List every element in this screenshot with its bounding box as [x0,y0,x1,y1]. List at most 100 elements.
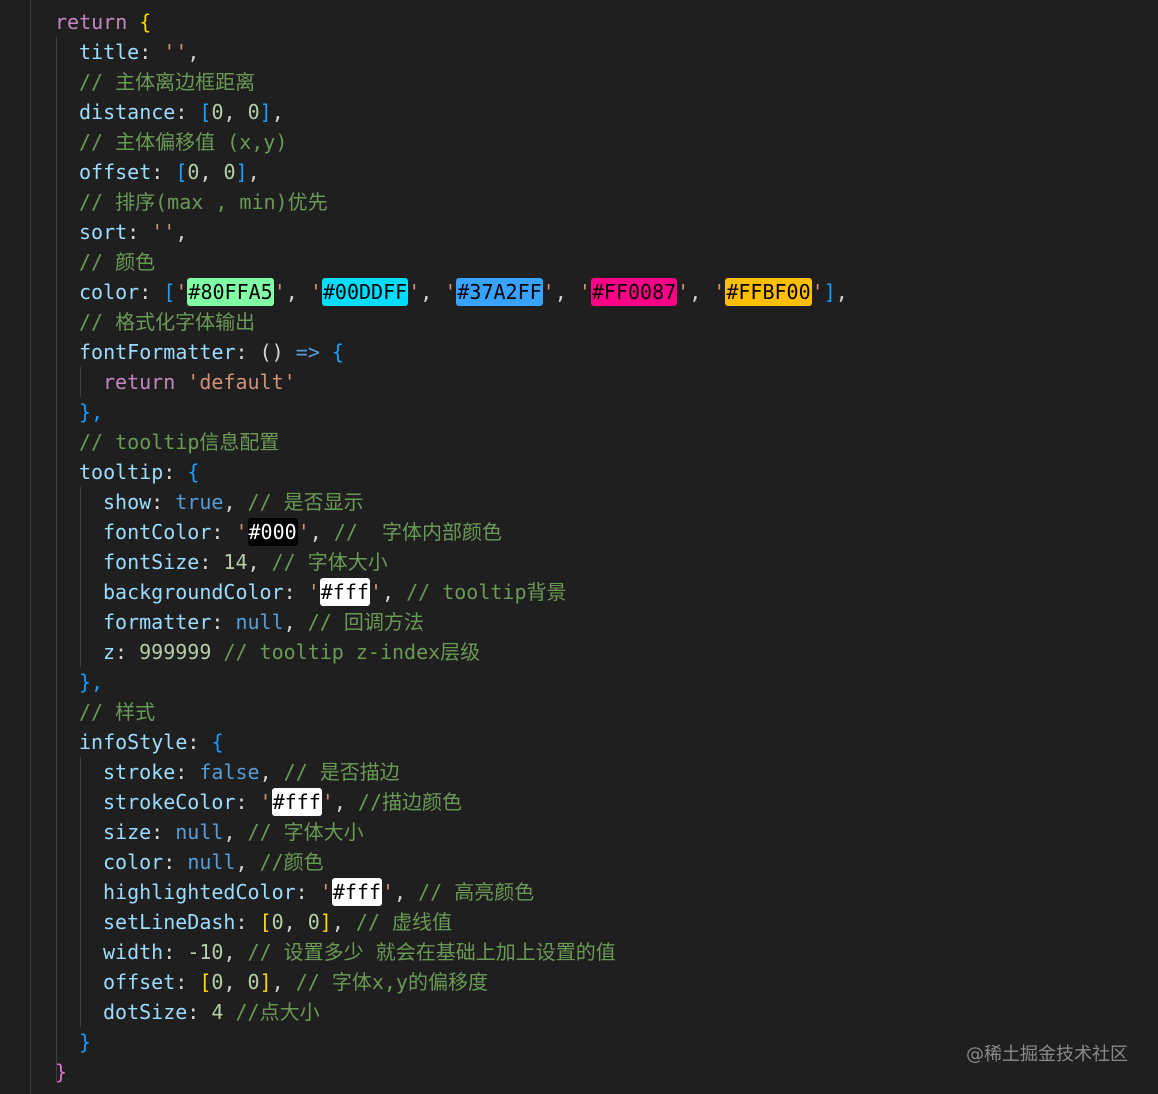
number-value: 0 [211,970,224,994]
code-comment: // 回调方法 [307,610,424,634]
code-comment: // 是否显示 [247,490,364,514]
code-line[interactable]: sort: '', [79,217,187,247]
code-line[interactable]: // 颜色 [79,247,155,277]
string-quote: ' [175,280,188,304]
color-swatch: #fff [271,788,322,816]
code-comment: // 字体大小 [247,820,364,844]
property-fontFormatter: fontFormatter [79,340,236,364]
property-dotSize: dotSize [103,1000,188,1024]
code-line[interactable]: strokeColor: '#fff', //描边颜色 [103,787,462,817]
return-keyword: return [55,10,128,34]
code-line[interactable]: fontFormatter: () => { [79,337,344,367]
watermark-text: @稀土掘金技术社区 [966,1044,1128,1065]
code-line[interactable]: width: -10, // 设置多少 就会在基础上加上设置的值 [103,937,616,967]
bracket: { [139,10,152,34]
code-line[interactable]: offset: [0, 0], [79,157,260,187]
code-line[interactable]: tooltip: { [79,457,199,487]
code-token: , [554,280,579,304]
property-offset: offset [103,970,176,994]
string-quote: ' [235,520,248,544]
code-token: : [187,730,200,754]
code-token: () [259,340,284,364]
number-value: 0 [247,970,260,994]
code-line[interactable]: show: true, // 是否显示 [103,487,364,517]
code-comment: // 颜色 [79,250,156,274]
code-line[interactable]: infoStyle: { [79,727,224,757]
property-z: z [103,640,116,664]
code-line[interactable]: size: null, // 字体大小 [103,817,364,847]
bracket: { [331,340,344,364]
null-value: null [187,850,236,874]
code-token: , [175,220,188,244]
code-line[interactable]: setLineDash: [0, 0], // 虚线值 [103,907,452,937]
code-comment: // 排序(max , min)优先 [79,190,328,214]
color-swatch: #FFBF00 [725,278,812,306]
code-editor[interactable]: return {title: '',// 主体离边框距离 distance: [0… [0,0,1158,1094]
code-comment: // 字体x,y的偏移度 [295,970,488,994]
code-line[interactable]: return 'default' [103,367,296,397]
string-quote: ' [369,580,382,604]
property-fontColor: fontColor [103,520,212,544]
code-line[interactable]: z: 999999 // tooltip z-index层级 [103,637,480,667]
code-token: , [381,580,395,604]
code-line[interactable]: color: null, //颜色 [103,847,324,877]
code-line[interactable]: distance: [0, 0], [79,97,284,127]
code-line[interactable]: title: '', [79,37,199,67]
property-distance: distance [79,100,176,124]
code-line[interactable]: } [79,1027,91,1057]
code-line[interactable]: // 主体偏移值 (x,y) [79,127,287,157]
code-line[interactable]: highlightedColor: '#fff', // 高亮颜色 [103,877,534,907]
color-swatch: #FF0087 [590,278,678,306]
string-quote: ' [811,280,824,304]
code-line[interactable]: } [55,1057,67,1087]
number-value: 4 [211,1000,224,1024]
code-line[interactable]: return { [55,7,151,37]
code-token: , [271,100,284,124]
bracket: } [55,1060,68,1084]
code-token: : [151,160,164,184]
code-comment: // 高亮颜色 [418,880,535,904]
indent-guide [80,487,81,667]
code-line[interactable]: offset: [0, 0], // 字体x,y的偏移度 [103,967,488,997]
code-line[interactable]: fontColor: '#000', // 字体内部颜色 [103,517,502,547]
number-value: 0 [211,100,224,124]
string-value: 'default' [187,370,296,394]
code-token: : [235,790,248,814]
code-line[interactable]: stroke: false, // 是否描边 [103,757,400,787]
color-swatch: #000 [247,518,298,546]
code-line[interactable]: backgroundColor: '#fff', // tooltip背景 [103,577,567,607]
code-line[interactable]: // 排序(max , min)优先 [79,187,328,217]
number-value: 0 [307,910,320,934]
null-value: null [175,820,224,844]
code-line[interactable]: // tooltip信息配置 [79,427,279,457]
bracket: } [79,1030,92,1054]
number-value: 0 [271,910,284,934]
code-line[interactable]: // 主体离边框距离 [79,67,255,97]
code-line[interactable]: formatter: null, // 回调方法 [103,607,424,637]
code-token: : [139,40,152,64]
code-token: , [247,550,260,574]
bracket: [ [175,160,188,184]
code-line[interactable]: }, [79,667,103,697]
code-token: : [175,760,188,784]
bracket: { [187,460,200,484]
code-line[interactable]: // 格式化字体输出 [79,307,255,337]
code-line[interactable]: color: ['#80FFA5', '#00DDFF', '#37A2FF',… [79,277,848,307]
code-comment: // 主体离边框距离 [79,70,256,94]
property-width: width [103,940,164,964]
code-token: , [283,610,296,634]
code-comment: // 字体大小 [271,550,388,574]
code-line[interactable]: // 样式 [79,697,155,727]
code-token: : [283,580,296,604]
null-value: null [235,610,284,634]
bracket: ] [259,970,272,994]
code-line[interactable]: fontSize: 14, // 字体大小 [103,547,388,577]
code-line[interactable]: }, [79,397,103,427]
string-quote: ' [297,520,310,544]
property-show: show [103,490,152,514]
code-line[interactable]: dotSize: 4 //点大小 [103,997,320,1027]
code-token: , [331,910,344,934]
string-quote: ' [307,580,320,604]
boolean-value: false [199,760,260,784]
bracket: ] [823,280,836,304]
